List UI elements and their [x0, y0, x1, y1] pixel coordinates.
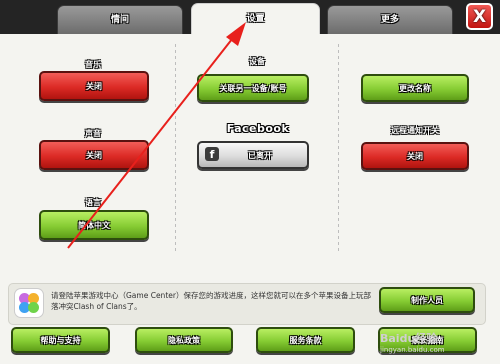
watermark-sub: jingyan.baidu.com — [380, 346, 445, 354]
watermark-main: Baidu经验 — [380, 332, 438, 345]
watermark: Baidu经验 jingyan.baidu.com — [380, 330, 445, 354]
annotation-arrow — [67, 22, 246, 249]
